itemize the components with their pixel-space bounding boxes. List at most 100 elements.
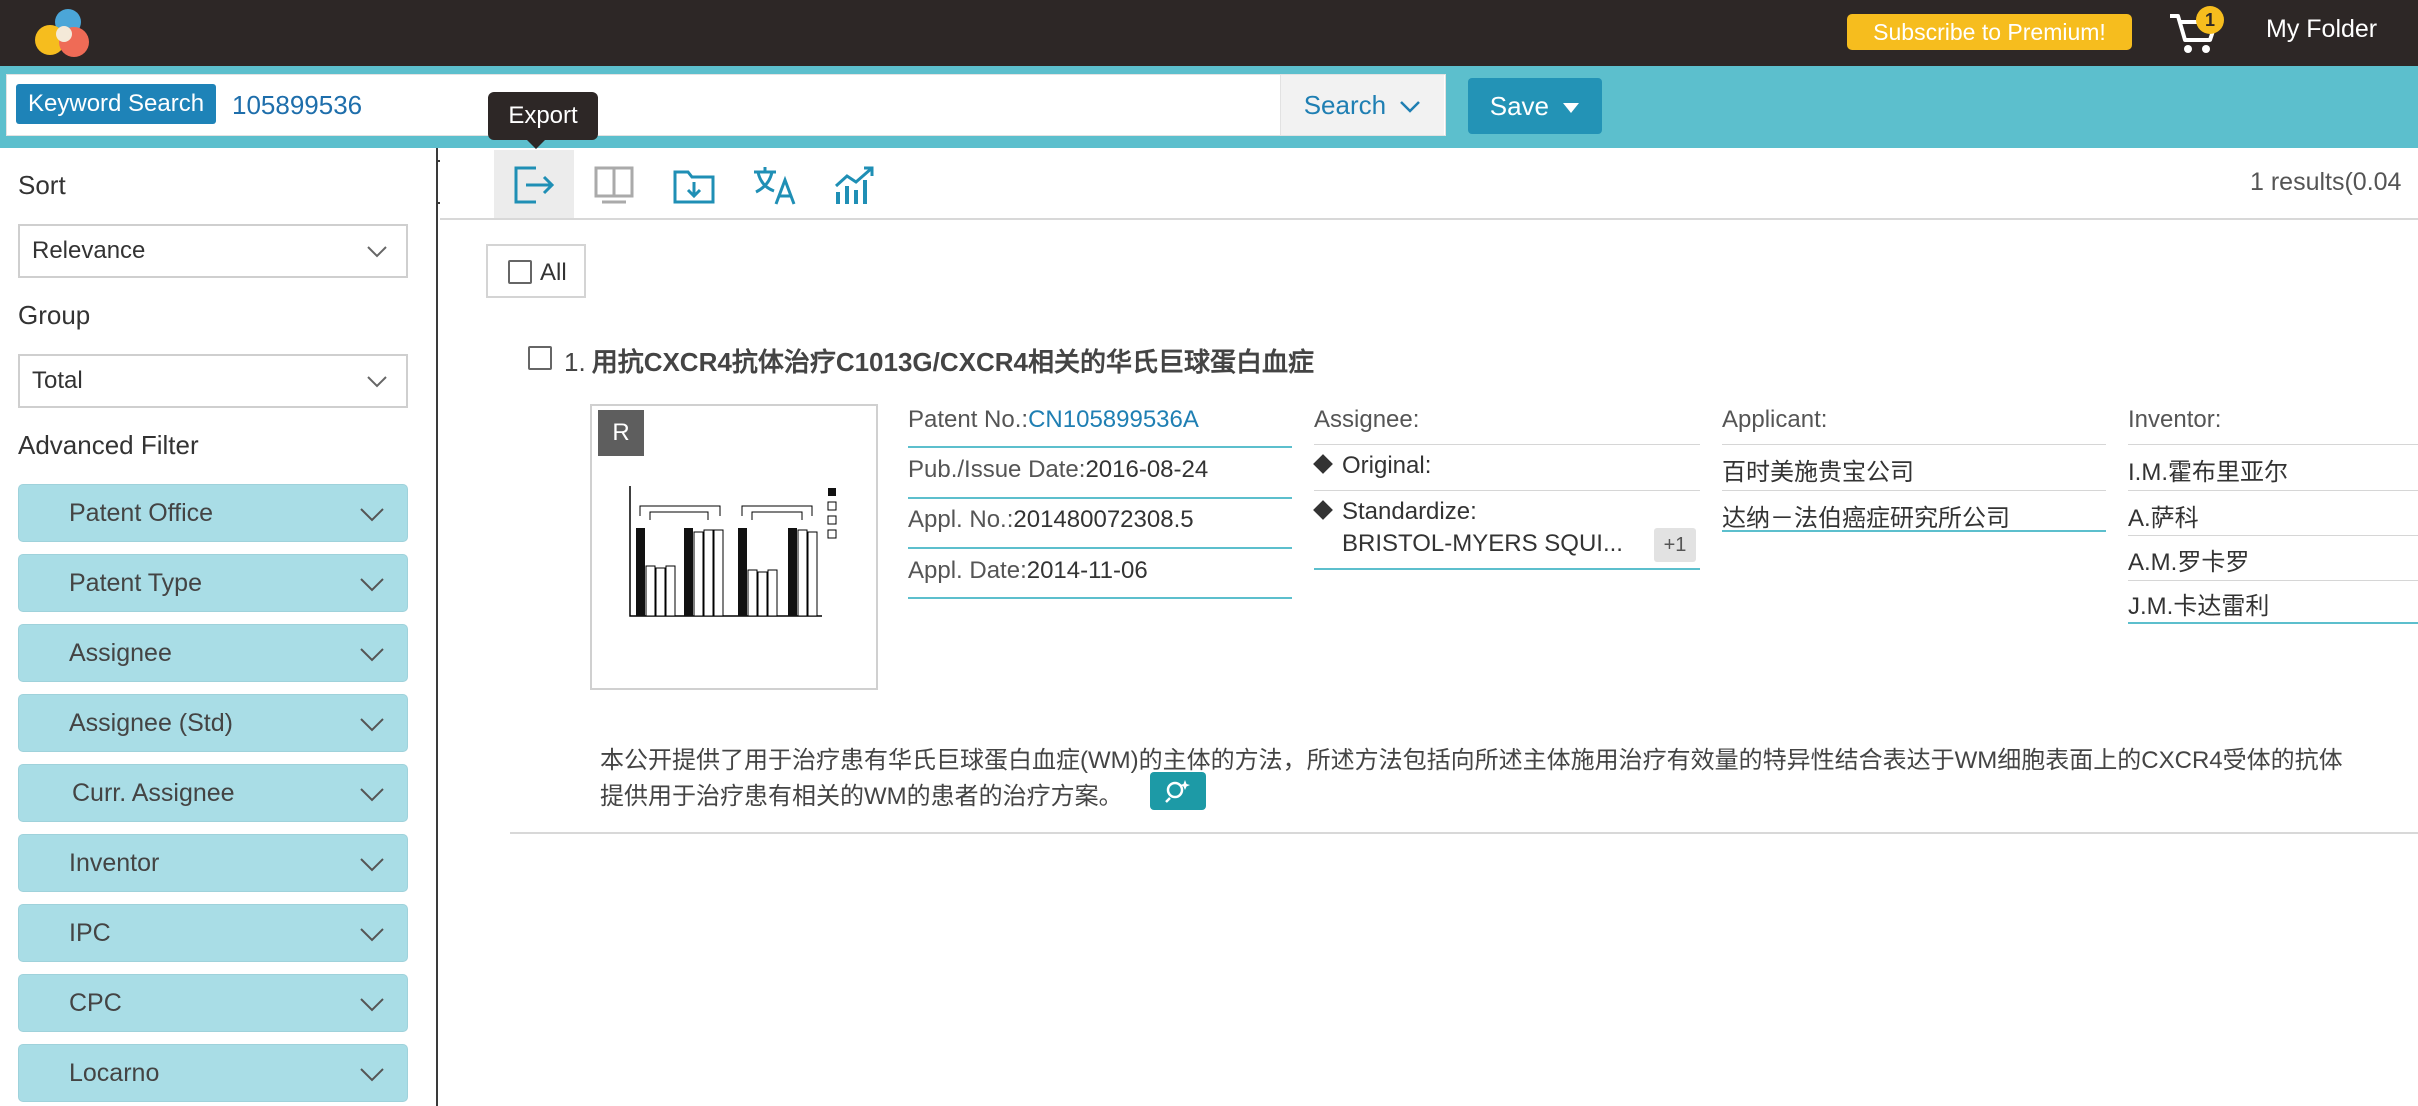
sort-select-value: Relevance [32,237,146,264]
pub-date-value: 2016-08-24 [1085,456,1209,483]
filter-cpc[interactable]: CPC [18,974,408,1032]
original-label: Original: [1342,452,1432,479]
save-button[interactable]: Save [1468,78,1602,134]
chevron-down-icon [360,788,384,802]
appl-no-field: Appl. No.:201480072308.5 [908,506,1194,534]
chevron-down-icon [360,998,384,1012]
group-label: Group [18,300,91,330]
select-all-checkbox[interactable] [508,260,532,284]
filter-label: Curr. Assignee [72,779,235,807]
export-icon [514,166,555,204]
divider [2128,580,2418,581]
keyword-search-mode-tag[interactable]: Keyword Search [16,84,217,124]
compare-button[interactable] [574,150,654,218]
filter-assignee[interactable]: Assignee [18,624,408,682]
select-all-toggle[interactable]: All [486,244,586,298]
field-underline [1722,530,2106,532]
inventor-item[interactable]: A.萨科 [2128,498,2199,533]
translate-icon [754,167,796,205]
search-input[interactable] [232,84,1272,126]
inventor-item[interactable]: J.M.卡达雷利 [2128,586,2269,621]
result-separator [510,832,2418,834]
group-select-value: Total [32,367,83,394]
search-button[interactable]: Search [1280,75,1444,135]
appl-date-field: Appl. Date:2014-11-06 [908,557,1148,585]
field-underline [908,597,1292,599]
filter-assignee-std[interactable]: Assignee (Std) [18,694,408,752]
sort-select[interactable]: Relevance [18,224,408,278]
analytics-button[interactable] [814,150,894,218]
folder-add-icon [673,170,715,204]
field-underline [908,547,1292,549]
field-underline [1314,568,1700,570]
chevron-down-icon [360,718,384,732]
chevron-down-icon [360,578,384,592]
diamond-bullet-icon [1313,500,1333,520]
result-index: 1. [564,347,586,377]
more-assignees-badge[interactable]: +1 [1654,528,1696,562]
compare-icon [594,166,634,204]
caret-down-icon [1563,103,1580,114]
filter-label: Inventor [69,849,160,877]
patent-number-link[interactable]: CN105899536A [1028,406,1199,433]
result-checkbox[interactable] [528,346,552,370]
filter-patent-type[interactable]: Patent Type [18,554,408,612]
results-count: 1 results(0.04 [2250,168,2402,196]
export-button[interactable] [494,150,574,218]
subscribe-premium-button[interactable]: Subscribe to Premium! [1847,14,2132,50]
result-title[interactable]: 1. 用抗CXCR4抗体治疗C1013G/CXCR4相关的华氏巨球蛋白血症 [564,342,1314,379]
filter-label: Assignee (Std) [69,709,233,737]
filter-label: Locarno [69,1059,160,1087]
standardize-label: Standardize: [1342,498,1477,525]
magnifier-sparkle-icon [1165,780,1190,803]
save-button-label: Save [1489,91,1550,121]
applicant-item[interactable]: 百时美施贵宝公司 [1722,452,1914,487]
chevron-down-icon [367,246,387,258]
filter-sidebar: Sort Relevance Group Total Advanced Filt… [0,148,438,1106]
chevron-down-icon [367,376,387,388]
cart-count-badge: 1 [2196,6,2224,34]
field-underline [908,446,1292,448]
standardize-value[interactable]: BRISTOL-MYERS SQUI... [1342,530,1623,558]
advanced-filter-label: Advanced Filter [18,430,199,460]
divider [2128,535,2418,536]
filter-label: Patent Type [69,569,202,597]
add-to-folder-button[interactable] [654,150,734,218]
sort-label: Sort [18,170,66,200]
appl-date-value: 2014-11-06 [1026,557,1148,584]
assignee-original: Original: [1313,452,1432,480]
filter-patent-office[interactable]: Patent Office [18,484,408,542]
divider [1314,490,1700,491]
ai-insight-button[interactable] [1150,772,1206,810]
inventor-label: Inventor: [2128,406,2222,433]
inventor-item[interactable]: A.M.罗卡罗 [2128,542,2249,577]
diamond-bullet-icon [1313,454,1333,474]
my-folder-link[interactable]: My Folder [2266,14,2377,44]
filter-label: Assignee [69,639,172,667]
filter-ipc[interactable]: IPC [18,904,408,962]
abstract-line: 提供用于治疗患有相关的WM的患者的治疗方案。 [600,783,1123,810]
divider [1722,490,2106,491]
export-tooltip: Export [488,92,598,140]
pub-date-label: Pub./Issue Date: [908,456,1086,483]
chevron-down-icon [1400,101,1421,113]
filter-locarno[interactable]: Locarno [18,1044,408,1102]
chevron-down-icon [360,858,384,872]
patent-number-label: Patent No.: [908,406,1029,433]
pub-date-field: Pub./Issue Date:2016-08-24 [908,456,1208,484]
filter-label: CPC [69,989,122,1017]
group-select[interactable]: Total [18,354,408,408]
inventor-item[interactable]: I.M.霍布里亚尔 [2128,452,2288,487]
divider [2128,444,2418,445]
appl-no-value: 201480072308.5 [1013,506,1194,533]
chevron-down-icon [360,928,384,942]
abstract-line: 本公开提供了用于治疗患有华氏巨球蛋白血症(WM)的主体的方法，所述方法包括向所述… [600,747,2343,774]
filter-inventor[interactable]: Inventor [18,834,408,892]
result-type-badge: R [598,410,644,456]
filter-label: IPC [69,919,111,947]
translate-button[interactable] [734,150,814,218]
tooltip-arrow [526,139,546,149]
applicant-item[interactable]: 达纳－法伯癌症研究所公司 [1722,498,2010,533]
app-logo[interactable] [30,6,96,60]
filter-curr-assignee[interactable]: Curr. Assignee [18,764,408,822]
